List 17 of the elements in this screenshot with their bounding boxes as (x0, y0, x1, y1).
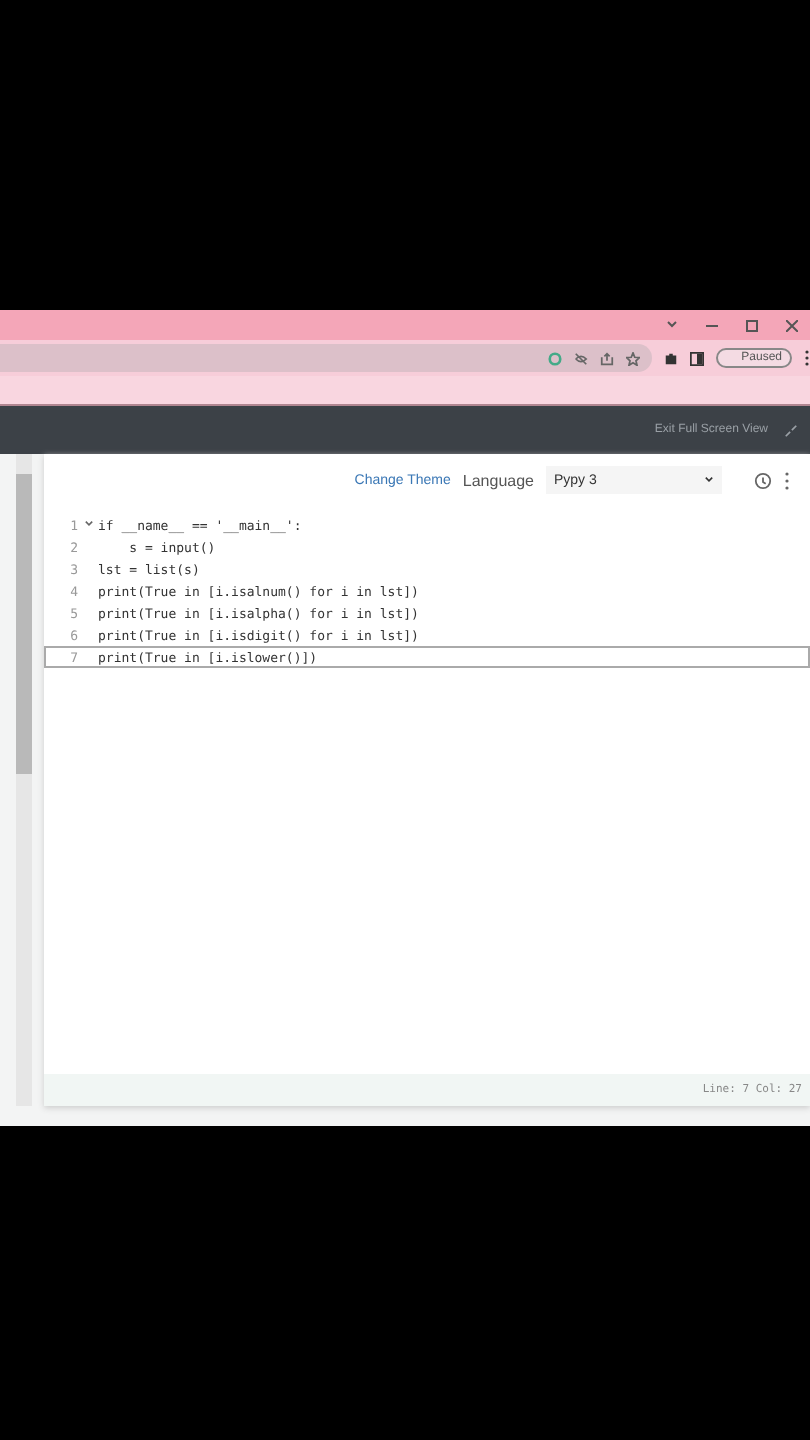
side-panel-icon[interactable] (689, 351, 704, 365)
more-icon[interactable] (804, 350, 810, 366)
star-icon[interactable] (625, 351, 640, 365)
close-icon[interactable] (786, 319, 798, 331)
fold-icon[interactable] (83, 520, 93, 528)
chevron-icon[interactable] (666, 320, 678, 330)
eye-off-icon[interactable] (573, 351, 588, 365)
language-label: Language (462, 471, 534, 489)
minimize-icon[interactable] (706, 323, 718, 327)
puzzle-icon[interactable] (663, 351, 678, 365)
more-icon[interactable] (784, 471, 790, 489)
history-icon[interactable] (754, 471, 772, 489)
scrollbar[interactable] (16, 454, 32, 1106)
restore-icon[interactable] (746, 319, 758, 331)
share-icon[interactable] (599, 351, 614, 365)
chevron-icon (704, 476, 714, 484)
collapse-icon[interactable] (784, 423, 798, 437)
